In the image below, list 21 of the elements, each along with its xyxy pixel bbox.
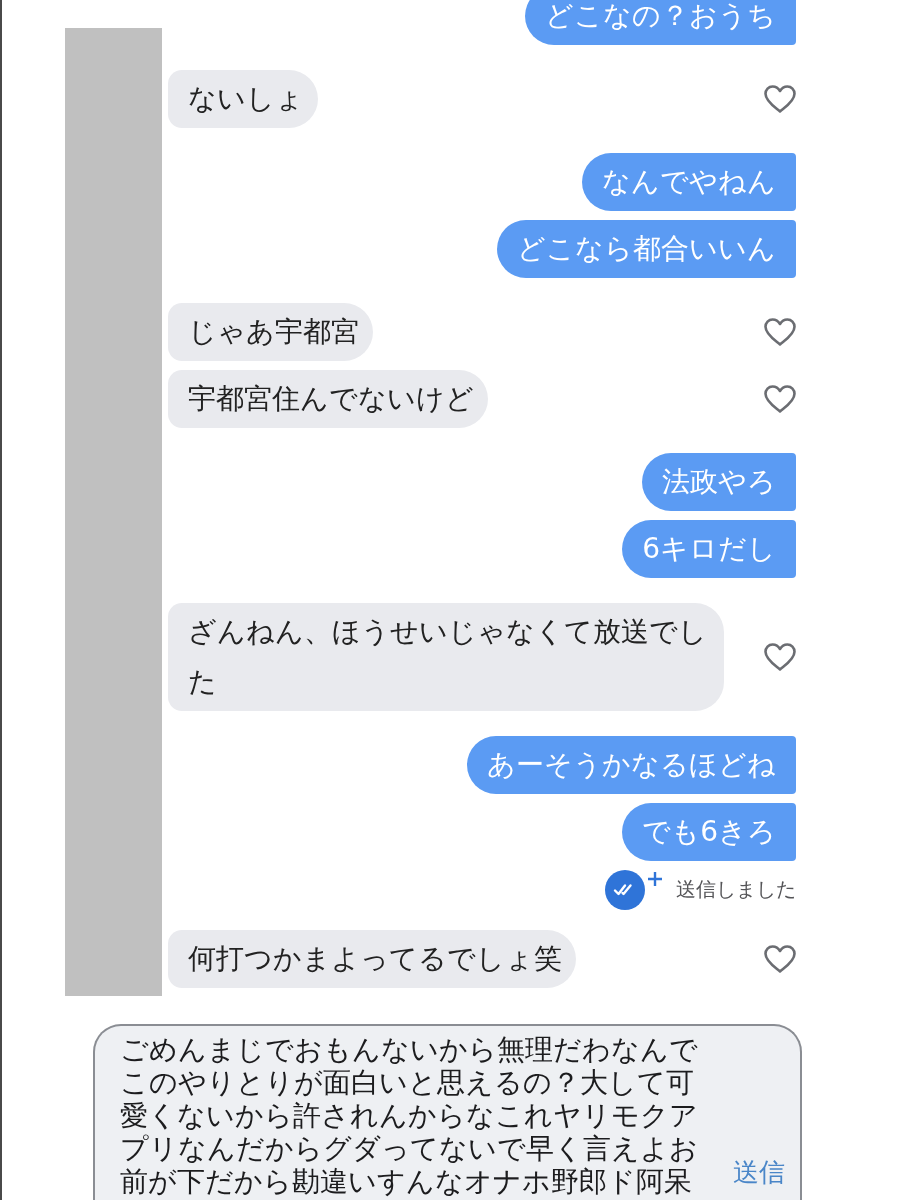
received-message-bubble: ざんねん、ほうせいじゃなくて放送でした xyxy=(168,603,724,711)
heart-icon[interactable] xyxy=(764,85,796,113)
double-check-icon xyxy=(605,870,645,910)
sent-message-bubble: なんでやねん xyxy=(582,153,796,211)
received-message-bubble: ないしょ xyxy=(168,70,318,128)
message-input[interactable]: ごめんまじでおもんないから無理だわなんでこのやりとりが面白いと思えるの？大して可愛くないから許されんからなこれヤリモクアプリなんだからグダってないで早く言えよお前が下だから勘違いすんなオナホ野郎ド阿呆 送信 xyxy=(93,1024,802,1200)
sent-message-bubble: 6キロだし xyxy=(622,520,796,578)
received-message-bubble: 何打つかまよってるでしょ笑 xyxy=(168,930,576,988)
sent-message-bubble: どこなら都合いいん xyxy=(497,220,796,278)
sent-status: 送信しました xyxy=(676,877,796,903)
heart-icon[interactable] xyxy=(764,318,796,346)
sent-message-bubble: あーそうかなるほどね xyxy=(467,736,796,794)
sent-message-bubble: どこなの？おうち xyxy=(525,0,796,45)
plus-icon xyxy=(648,872,662,886)
heart-icon[interactable] xyxy=(764,385,796,413)
heart-icon[interactable] xyxy=(764,945,796,973)
received-message-bubble: 宇都宮住んでないけど xyxy=(168,370,488,428)
heart-icon[interactable] xyxy=(764,643,796,671)
sent-message-bubble: でも6きろ xyxy=(622,803,796,861)
sent-message-bubble: 法政やろ xyxy=(642,453,796,511)
received-message-bubble: じゃあ宇都宮 xyxy=(168,303,373,361)
